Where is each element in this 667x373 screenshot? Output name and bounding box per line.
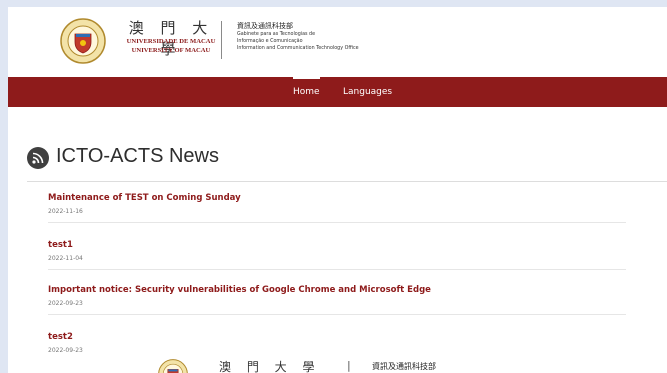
- footer-separator: |: [347, 359, 351, 372]
- site-header: 澳 門 大 學 UNIVERSIDADE DE MACAU UNIVERSITY…: [8, 7, 667, 77]
- office-name-line: Information and Communication Technology…: [237, 46, 359, 51]
- news-item-divider: [48, 269, 626, 270]
- nav-item-languages[interactable]: Languages: [343, 77, 392, 107]
- news-item-date: 2022-11-04: [48, 255, 83, 262]
- news-item-divider: [48, 222, 626, 223]
- footer-um-name-chinese: 澳 門 大 學: [219, 360, 321, 373]
- news-item-title-link[interactable]: test2: [48, 332, 73, 342]
- um-name-english: UNIVERSITY OF MACAU: [131, 47, 211, 54]
- news-item-date: 2022-09-23: [48, 300, 83, 307]
- site-footer: 澳 門 大 學 | 資訊及通訊科技部: [8, 353, 667, 373]
- news-item-date: 2022-11-16: [48, 208, 83, 215]
- rss-icon: [27, 147, 49, 169]
- news-item-title-link[interactable]: Important notice: Security vulnerabiliti…: [48, 285, 431, 295]
- news-section-title: ICTO-ACTS News: [56, 145, 219, 167]
- nav-item-home[interactable]: Home: [293, 77, 320, 107]
- university-of-macau-crest-icon[interactable]: [60, 18, 106, 64]
- news-item: Maintenance of TEST on Coming Sunday 202…: [48, 193, 626, 241]
- office-name-line: Gabinete para as Tecnologias de: [237, 32, 316, 37]
- news-item-title-link[interactable]: Maintenance of TEST on Coming Sunday: [48, 193, 241, 203]
- office-name-chinese: 資訊及通訊科技部: [237, 22, 293, 30]
- news-item-title-link[interactable]: test1: [48, 240, 73, 250]
- news-item: Important notice: Security vulnerabiliti…: [48, 285, 626, 333]
- main-navbar: Home Languages: [8, 77, 667, 107]
- university-of-macau-crest-icon: [158, 359, 188, 373]
- header-divider: [221, 21, 222, 59]
- office-name-line: Informação e Comunicação: [237, 39, 303, 44]
- news-item: test1 2022-11-04: [48, 240, 626, 288]
- news-item-divider: [48, 314, 626, 315]
- page: 澳 門 大 學 UNIVERSIDADE DE MACAU UNIVERSITY…: [8, 7, 667, 373]
- um-name-portuguese: UNIVERSIDADE DE MACAU: [126, 38, 216, 45]
- footer-office-name-chinese: 資訊及通訊科技部: [372, 362, 436, 371]
- title-divider: [27, 181, 667, 182]
